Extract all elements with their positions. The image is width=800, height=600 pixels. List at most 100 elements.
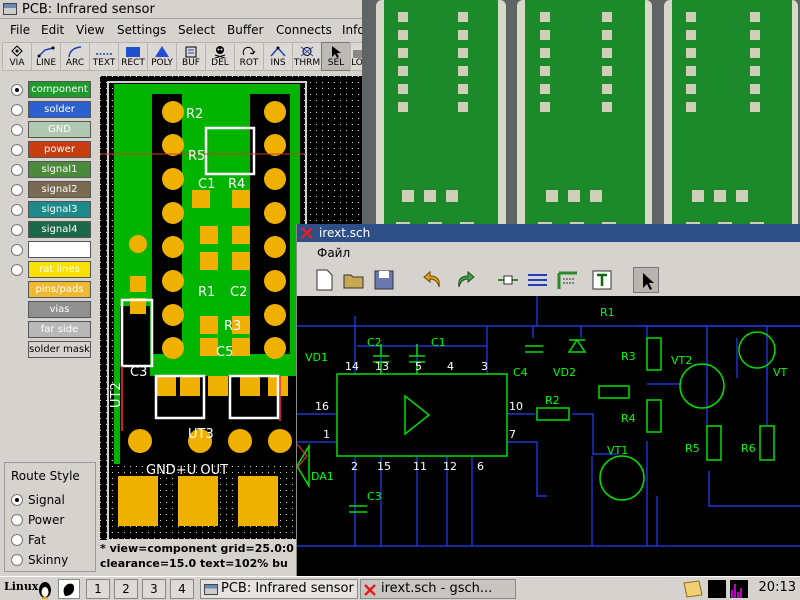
window-menu-icon[interactable] xyxy=(3,3,17,15)
text-tool-button[interactable]: TEXT xyxy=(89,42,119,71)
rect-tool-button[interactable]: RECT xyxy=(118,42,148,71)
layer-radio[interactable] xyxy=(11,184,23,196)
select-mode-button[interactable] xyxy=(633,267,659,293)
undo-icon xyxy=(423,270,440,288)
menu-view[interactable]: View xyxy=(76,23,104,37)
layer-row-silk[interactable] xyxy=(0,240,98,260)
desktop-3-button[interactable]: 3 xyxy=(142,579,166,599)
layer-row-signal3[interactable]: signal3 xyxy=(0,200,98,220)
notes-applet-icon[interactable] xyxy=(682,580,704,598)
menu-settings[interactable]: Settings xyxy=(117,23,166,37)
layer-row-solder[interactable]: solder xyxy=(0,100,98,120)
route-style-power[interactable]: Power xyxy=(11,513,64,527)
layer-radio[interactable] xyxy=(11,224,23,236)
rotate-tool-button[interactable]: ROT xyxy=(234,42,264,71)
route-style-panel: Route Style Signal Power Fat Skinny xyxy=(4,462,96,572)
cpu-monitor-icon[interactable] xyxy=(730,580,748,598)
layer-radio[interactable] xyxy=(11,164,23,176)
layer-button-gnd[interactable]: GND xyxy=(28,121,91,138)
new-file-button[interactable] xyxy=(311,267,337,293)
layer-radio[interactable] xyxy=(11,204,23,216)
layer-button-signal4[interactable]: signal4 xyxy=(28,221,91,238)
select-tool-button[interactable]: SEL xyxy=(321,42,351,71)
layer-button-silk[interactable] xyxy=(28,241,91,258)
layer-button-component[interactable]: component xyxy=(28,81,91,98)
menu-select[interactable]: Select xyxy=(178,23,215,37)
insert-tool-button[interactable]: INS xyxy=(263,42,293,71)
route-style-radio[interactable] xyxy=(11,514,23,526)
layer-button-signal2[interactable]: signal2 xyxy=(28,181,91,198)
arc-tool-button[interactable]: ARC xyxy=(60,42,90,71)
route-style-signal[interactable]: Signal xyxy=(11,493,65,507)
menu-file-ru[interactable]: Файл xyxy=(317,246,350,260)
layer-row-far-side[interactable]: far side xyxy=(0,320,98,340)
linux-logo-text: Linux xyxy=(4,580,39,593)
layer-row-rat-lines[interactable]: rat lines xyxy=(0,260,98,280)
save-button[interactable] xyxy=(371,267,397,293)
add-text-button[interactable] xyxy=(589,267,615,293)
thermal-tool-button[interactable]: THRM xyxy=(292,42,322,71)
layer-button-signal3[interactable]: signal3 xyxy=(28,201,91,218)
start-menu-button[interactable]: Linux xyxy=(2,578,54,600)
poly-tool-button[interactable]: POLY xyxy=(147,42,177,71)
redo-button[interactable] xyxy=(451,267,477,293)
gschem-titlebar[interactable]: irext.sch xyxy=(297,224,800,242)
layer-button-rat-lines[interactable]: rat lines xyxy=(28,261,91,278)
layer-button-solder[interactable]: solder xyxy=(28,101,91,118)
add-bus-button[interactable] xyxy=(555,267,581,293)
layer-row-solder-mask[interactable]: solder mask xyxy=(0,340,98,360)
task-pcb[interactable]: PCB: Infrared sensor xyxy=(200,579,358,599)
undo-button[interactable] xyxy=(421,267,447,293)
delete-tool-button[interactable]: DEL xyxy=(205,42,235,71)
layer-row-vias[interactable]: vias xyxy=(0,300,98,320)
gnome-foot-button[interactable] xyxy=(58,579,80,599)
terminal-applet-icon[interactable] xyxy=(708,580,726,598)
route-style-radio[interactable] xyxy=(11,494,23,506)
layer-row-power[interactable]: power xyxy=(0,140,98,160)
add-net-button[interactable] xyxy=(525,267,551,293)
schematic-canvas[interactable]: R1 C2 C1 VD1 C4 VD2 R3 VT2 VT R4 R2 VT1 … xyxy=(296,296,800,576)
add-component-button[interactable] xyxy=(495,267,521,293)
label-r4: R4 xyxy=(228,177,245,192)
layer-button-solder-mask[interactable]: solder mask xyxy=(28,341,91,358)
route-style-radio[interactable] xyxy=(11,534,23,546)
layer-radio[interactable] xyxy=(11,144,23,156)
desktop-1-button[interactable]: 1 xyxy=(86,579,110,599)
layer-row-signal2[interactable]: signal2 xyxy=(0,180,98,200)
layer-radio[interactable] xyxy=(11,244,23,256)
line-tool-button[interactable]: LINE xyxy=(31,42,61,71)
layer-row-pins-pads[interactable]: pins/pads xyxy=(0,280,98,300)
route-style-radio[interactable] xyxy=(11,554,23,566)
layer-button-far-side[interactable]: far side xyxy=(28,321,91,338)
layer-button-power[interactable]: power xyxy=(28,141,91,158)
add-net-icon xyxy=(528,274,547,286)
menu-file[interactable]: File xyxy=(10,23,30,37)
redo-icon xyxy=(458,270,475,288)
layer-row-gnd[interactable]: GND xyxy=(0,120,98,140)
via-tool-button[interactable]: VIA xyxy=(2,42,32,71)
arc-icon xyxy=(68,46,82,58)
desktop-4-button[interactable]: 4 xyxy=(170,579,194,599)
layer-button-vias[interactable]: vias xyxy=(28,301,91,318)
task-gschem[interactable]: irext.sch - gsch... xyxy=(360,579,516,599)
layer-row-component[interactable]: component xyxy=(0,80,98,100)
open-file-button[interactable] xyxy=(341,267,367,293)
menu-connects[interactable]: Connects xyxy=(276,23,332,37)
menu-buffer[interactable]: Buffer xyxy=(227,23,263,37)
desktop-2-button[interactable]: 2 xyxy=(114,579,138,599)
close-icon[interactable] xyxy=(301,227,313,239)
tux-penguin-icon xyxy=(39,582,51,599)
layer-button-pins-pads[interactable]: pins/pads xyxy=(28,281,91,298)
layer-row-signal4[interactable]: signal4 xyxy=(0,220,98,240)
route-style-skinny[interactable]: Skinny xyxy=(11,553,68,567)
layer-radio[interactable] xyxy=(11,124,23,136)
gschem-app-icon xyxy=(364,584,376,596)
layer-radio[interactable] xyxy=(11,104,23,116)
layer-radio[interactable] xyxy=(11,264,23,276)
menu-edit[interactable]: Edit xyxy=(41,23,64,37)
layer-radio[interactable] xyxy=(11,84,23,96)
buffer-tool-button[interactable]: BUF xyxy=(176,42,206,71)
route-style-fat[interactable]: Fat xyxy=(11,533,46,547)
layer-button-signal1[interactable]: signal1 xyxy=(28,161,91,178)
layer-row-signal1[interactable]: signal1 xyxy=(0,160,98,180)
